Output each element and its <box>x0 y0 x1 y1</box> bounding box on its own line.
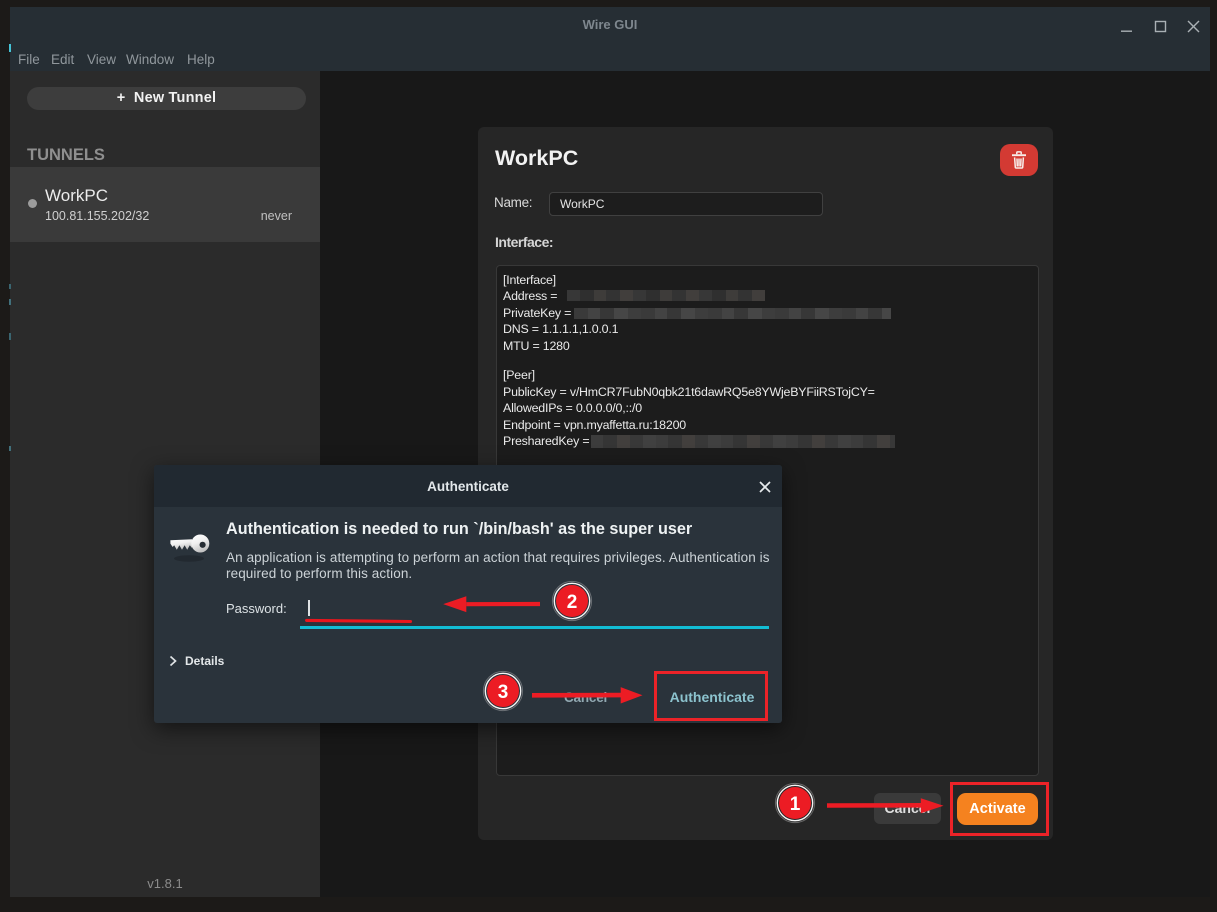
svg-text:2: 2 <box>567 592 578 613</box>
svg-text:3: 3 <box>497 682 508 703</box>
svg-text:1: 1 <box>790 794 801 815</box>
